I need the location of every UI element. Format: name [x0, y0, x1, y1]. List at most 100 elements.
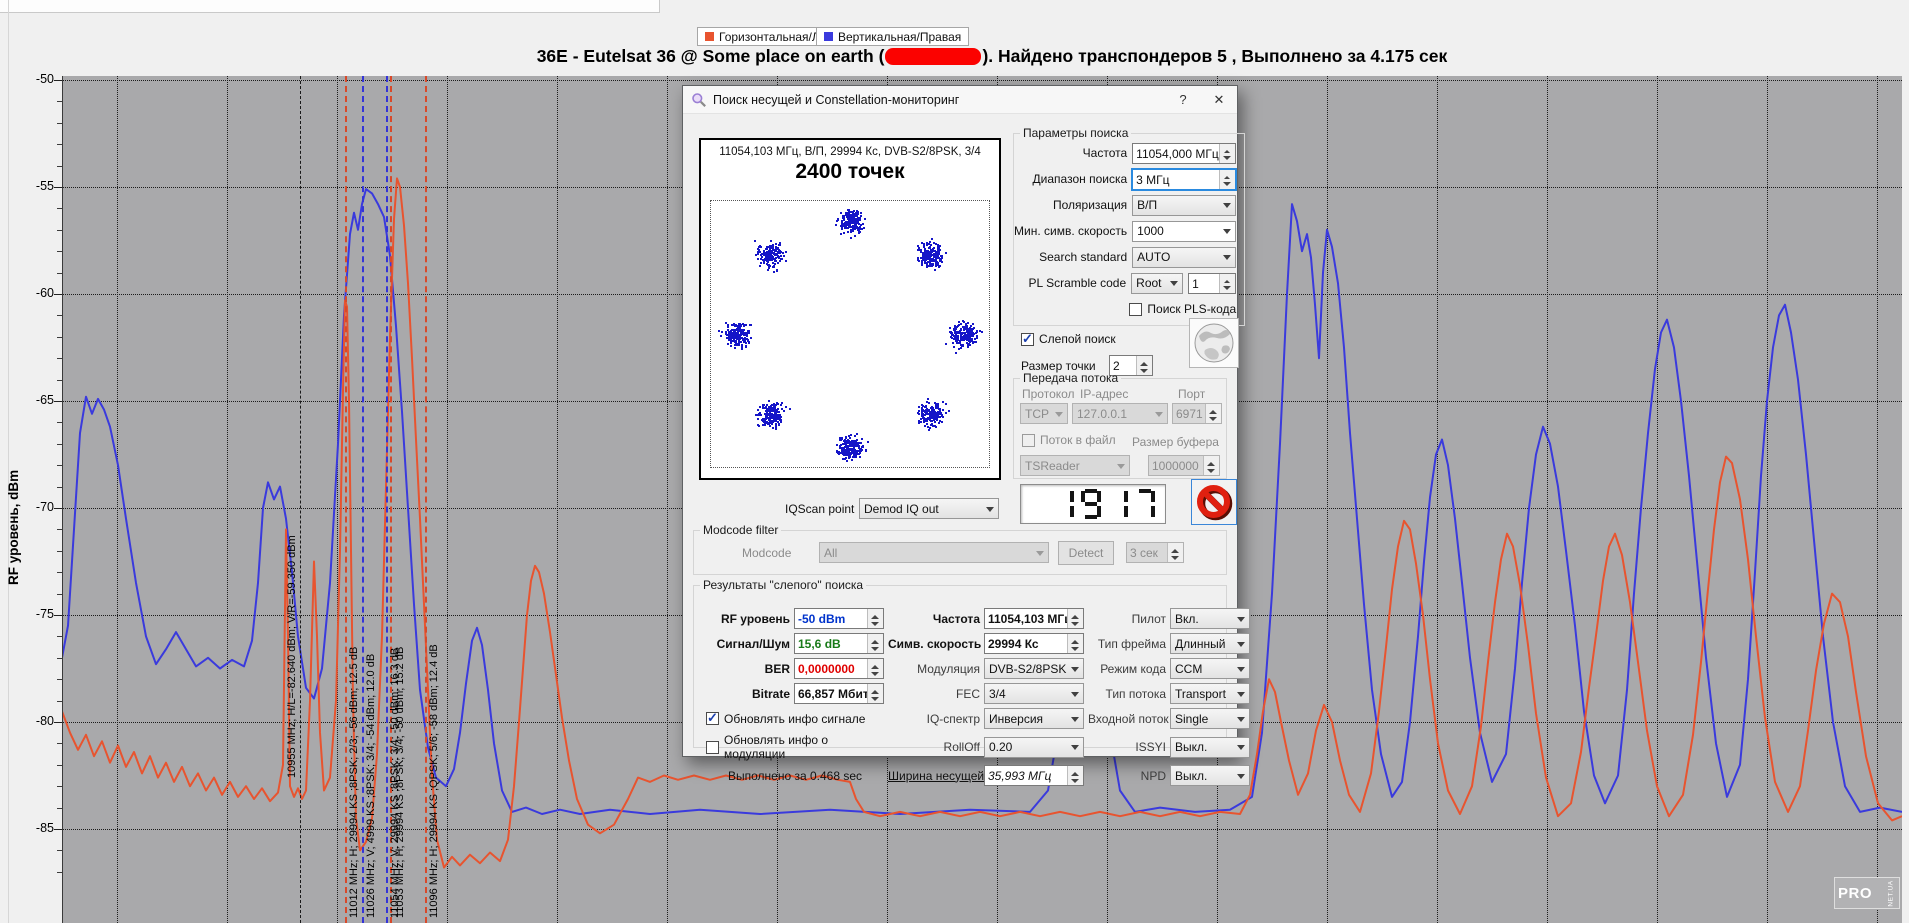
constellation-dot — [918, 420, 920, 422]
checkbox-box[interactable] — [1129, 303, 1142, 316]
ber-label: BER — [706, 662, 790, 676]
rolloff-select[interactable]: 0.20 — [984, 737, 1084, 758]
polarization-select[interactable]: В/П — [1132, 195, 1236, 216]
blind-search-checkbox[interactable]: Слепой поиск — [1021, 332, 1116, 346]
dialog-titlebar[interactable]: Поиск несущей и Constellation-мониторинг… — [683, 86, 1237, 114]
symbolrate-result-spinner[interactable]: 29994 Кс — [984, 633, 1084, 654]
constellation-panel: 11054,103 МГц, В/П, 29994 Кс, DVB-S2/8PS… — [699, 138, 1001, 480]
update-signal-info-label: Обновлять инфо сигнале — [724, 712, 865, 726]
search-standard-select[interactable]: AUTO — [1132, 247, 1236, 268]
constellation-dot — [734, 347, 736, 349]
constellation-dot — [843, 232, 845, 234]
code-mode-select[interactable]: CCM — [1170, 658, 1250, 679]
constellation-dot — [969, 335, 971, 337]
checkbox-box[interactable] — [706, 741, 719, 754]
h-gridline — [63, 80, 1902, 81]
spinner-arrows[interactable] — [1219, 274, 1235, 293]
transponder-marker-11054[interactable] — [386, 76, 388, 923]
constellation-dot — [951, 337, 953, 339]
npd-select[interactable]: Выкл. — [1170, 765, 1250, 786]
carrier-width-label[interactable]: Ширина несущей — [888, 769, 980, 783]
frame-type-select[interactable]: Длинный — [1170, 633, 1250, 654]
close-button[interactable]: ✕ — [1201, 86, 1237, 113]
pilot-select[interactable]: Вкл. — [1170, 608, 1250, 629]
frequency-result-spinner[interactable]: 11054,103 МГц — [984, 608, 1084, 629]
issyi-select[interactable]: Выкл. — [1170, 737, 1250, 758]
constellation-dot — [766, 412, 768, 414]
input-stream-select[interactable]: Single — [1170, 708, 1250, 729]
update-signal-info-checkbox[interactable]: Обновлять инфо сигнале — [706, 712, 884, 726]
constellation-dot — [925, 258, 927, 260]
iqscan-select[interactable]: Demod IQ out — [859, 498, 999, 519]
constellation-dot — [728, 334, 730, 336]
ber-spinner[interactable]: 0,0000000 — [794, 658, 884, 679]
v-gridline — [337, 76, 338, 923]
min-symbolrate-combo[interactable]: 1000 — [1132, 221, 1236, 242]
search-range-spinner[interactable]: 3 МГц — [1132, 169, 1236, 190]
spinner-arrows[interactable] — [867, 609, 883, 628]
bitrate-spinner[interactable]: 66,857 Мбит — [794, 683, 884, 704]
pls-search-checkbox[interactable]: Поиск PLS-кода — [1129, 302, 1236, 316]
y-tick-label: -60 — [24, 286, 54, 300]
help-button[interactable]: ? — [1165, 86, 1201, 113]
checkbox-box[interactable] — [1021, 333, 1034, 346]
modcode-filter-group: Modcode filter Modcode All Detect 3 сек — [693, 523, 1227, 575]
constellation-dot — [765, 416, 767, 418]
stop-button[interactable] — [1191, 479, 1237, 525]
constellation-dot — [940, 259, 942, 261]
snr-spinner[interactable]: 15,6 dB — [794, 633, 884, 654]
y-tick-minor — [57, 872, 62, 873]
constellation-dot — [939, 245, 941, 247]
spinner-arrows[interactable] — [867, 684, 883, 703]
cursor-marker-line[interactable] — [300, 76, 301, 923]
spinner-arrows[interactable] — [867, 634, 883, 653]
fec-select[interactable]: 3/4 — [984, 683, 1084, 704]
chevron-down-icon — [1071, 745, 1079, 754]
spinner-arrows[interactable] — [1067, 634, 1083, 653]
magnifier-icon — [691, 92, 707, 108]
constellation-dot — [933, 419, 935, 421]
pl-scramble-mode-select[interactable]: Root — [1131, 273, 1183, 294]
constellation-dot — [859, 456, 861, 458]
update-modulation-info-checkbox[interactable]: Обновлять инфо о модуляции — [706, 733, 884, 761]
app-window: Горизонтальная/Левая Вертикальная/Правая… — [0, 0, 1909, 923]
constellation-dot — [971, 329, 973, 331]
transponder-marker-11012[interactable] — [345, 76, 347, 923]
constellation-dot — [760, 262, 762, 264]
constellation-dot — [770, 259, 772, 261]
constellation-dot — [775, 250, 777, 252]
transponder-marker-11026[interactable] — [362, 76, 364, 923]
modulation-select[interactable]: DVB-S2/8PSK — [984, 658, 1084, 679]
checkbox-box[interactable] — [706, 712, 719, 725]
iq-spectrum-select[interactable]: Инверсия — [984, 708, 1084, 729]
carrier-width-spinner[interactable]: 35,993 МГц — [984, 765, 1084, 786]
constellation-dot — [960, 347, 962, 349]
stream-type-select[interactable]: Transport — [1170, 683, 1250, 704]
constellation-dot — [743, 325, 745, 327]
spinner-arrows[interactable] — [1067, 609, 1083, 628]
spinner-arrows[interactable] — [1219, 144, 1235, 163]
constellation-dot — [925, 420, 927, 422]
spinner-arrows[interactable] — [1067, 766, 1083, 785]
constellation-dot — [967, 332, 969, 334]
constellation-dot — [843, 447, 845, 449]
spinner-arrows[interactable] — [867, 659, 883, 678]
logo-pro-text: PRO — [1838, 885, 1872, 902]
spinner-arrows[interactable] — [1219, 170, 1235, 189]
constellation-dot — [763, 251, 765, 253]
frequency-spinner[interactable]: 11054,000 МГц — [1132, 143, 1236, 164]
constellation-dot — [768, 400, 770, 402]
legend-vertical-right[interactable]: Вертикальная/Правая — [816, 27, 969, 46]
constellation-dot — [769, 425, 771, 427]
constellation-dot — [770, 257, 772, 259]
pl-scramble-value-spinner[interactable]: 1 — [1188, 273, 1236, 294]
transponder-marker-11096[interactable] — [425, 76, 427, 923]
constellation-dot — [922, 255, 924, 257]
constellation-dot — [720, 335, 722, 337]
detect-button[interactable]: Detect — [1058, 541, 1114, 565]
legend-label-vertical: Вертикальная/Правая — [838, 30, 961, 44]
constellation-dot — [754, 240, 756, 242]
y-tick-minor — [57, 465, 62, 466]
rf-level-spinner[interactable]: -50 dBm — [794, 608, 884, 629]
protocol-label: Протокол — [1022, 387, 1075, 401]
